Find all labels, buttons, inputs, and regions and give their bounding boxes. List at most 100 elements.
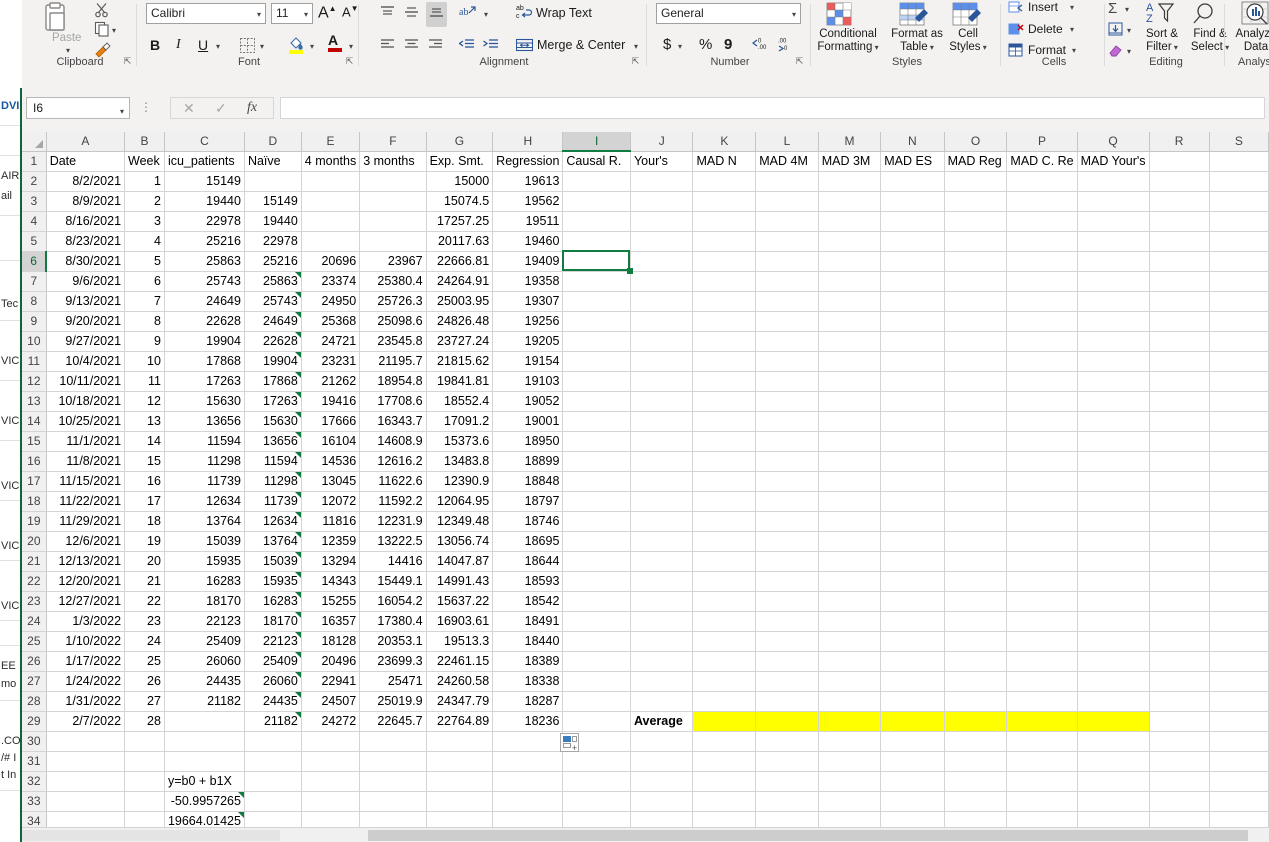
- cell-P31[interactable]: [1006, 751, 1078, 772]
- align-middle-icon[interactable]: [404, 5, 419, 24]
- cell-C22[interactable]: 16283: [164, 571, 245, 592]
- cell-S19[interactable]: [1209, 511, 1269, 532]
- cell-J12[interactable]: [630, 371, 694, 392]
- cell-G33[interactable]: [426, 791, 494, 812]
- cell-C4[interactable]: 22978: [164, 211, 245, 232]
- cell-G2[interactable]: 15000: [426, 171, 494, 192]
- cell-N9[interactable]: [880, 311, 945, 332]
- table-row[interactable]: 9 9/20/2021 8 22628 24649 25368 25098.6 24826.4…: [22, 311, 1269, 332]
- cell-Q10[interactable]: [1077, 331, 1150, 352]
- cell-E25[interactable]: 18128: [301, 631, 361, 652]
- cell-I29[interactable]: [562, 711, 631, 732]
- cell-R32[interactable]: [1149, 771, 1210, 792]
- cell-Q29[interactable]: [1077, 711, 1150, 732]
- cell-P24[interactable]: [1006, 611, 1078, 632]
- cell-F8[interactable]: 25726.3: [359, 291, 427, 312]
- cell-S22[interactable]: [1209, 571, 1269, 592]
- cell-C20[interactable]: 15039: [164, 531, 245, 552]
- cell-R23[interactable]: [1149, 591, 1210, 612]
- cell-B1[interactable]: Week: [124, 151, 165, 172]
- cell-N12[interactable]: [880, 371, 945, 392]
- conditional-formatting-button[interactable]: Conditional Formatting ▾: [808, 28, 888, 54]
- cell-F15[interactable]: 14608.9: [359, 431, 427, 452]
- row-header-19[interactable]: 19: [22, 511, 47, 532]
- row-header-11[interactable]: 11: [22, 351, 47, 372]
- cell-L31[interactable]: [755, 751, 819, 772]
- cell-E17[interactable]: 13045: [301, 471, 361, 492]
- cell-L23[interactable]: [755, 591, 819, 612]
- cell-E21[interactable]: 13294: [301, 551, 361, 572]
- column-header-g[interactable]: G: [426, 132, 494, 152]
- cell-B31[interactable]: [124, 751, 165, 772]
- row-header-15[interactable]: 15: [22, 431, 47, 452]
- cell-G6[interactable]: 22666.81: [426, 251, 494, 272]
- cell-S13[interactable]: [1209, 391, 1269, 412]
- cell-R2[interactable]: [1149, 171, 1210, 192]
- cell-S30[interactable]: [1209, 731, 1269, 752]
- cell-H6[interactable]: 19409: [492, 251, 564, 272]
- cell-M20[interactable]: [818, 531, 882, 552]
- cell-H8[interactable]: 19307: [492, 291, 564, 312]
- cell-C23[interactable]: 18170: [164, 591, 245, 612]
- cell-R33[interactable]: [1149, 791, 1210, 812]
- cell-L21[interactable]: [755, 551, 819, 572]
- cell-R24[interactable]: [1149, 611, 1210, 632]
- cell-Q4[interactable]: [1077, 211, 1150, 232]
- cell-C17[interactable]: 11739: [164, 471, 245, 492]
- cell-A3[interactable]: 8/9/2021: [46, 191, 126, 212]
- cell-N25[interactable]: [880, 631, 945, 652]
- cell-F6[interactable]: 23967: [359, 251, 427, 272]
- cell-L24[interactable]: [755, 611, 819, 632]
- table-row[interactable]: 1 Date Week icu_patients Naïve 4 months 3 mont…: [22, 151, 1269, 172]
- decrease-indent-icon[interactable]: [458, 38, 475, 56]
- cell-P7[interactable]: [1006, 271, 1078, 292]
- cell-P19[interactable]: [1006, 511, 1078, 532]
- cell-E7[interactable]: 23374: [301, 271, 361, 292]
- cell-A13[interactable]: 10/18/2021: [46, 391, 126, 412]
- cell-I1[interactable]: Causal R.: [562, 151, 631, 172]
- cell-K12[interactable]: [692, 371, 757, 392]
- column-header-a[interactable]: A: [46, 132, 126, 152]
- cell-D28[interactable]: 24435: [244, 691, 302, 712]
- cell-C6[interactable]: 25863: [164, 251, 245, 272]
- cell-O26[interactable]: [944, 651, 1008, 672]
- cell-Q13[interactable]: [1077, 391, 1150, 412]
- cell-A5[interactable]: 8/23/2021: [46, 231, 126, 252]
- cell-P14[interactable]: [1006, 411, 1078, 432]
- percent-format-button[interactable]: %: [699, 36, 712, 53]
- clipboard-dialog-launcher[interactable]: ⇱: [122, 56, 133, 67]
- scrollbar-thumb[interactable]: [368, 830, 1248, 841]
- cell-E29[interactable]: 24272: [301, 711, 361, 732]
- cell-C15[interactable]: 11594: [164, 431, 245, 452]
- cell-C10[interactable]: 19904: [164, 331, 245, 352]
- cell-F16[interactable]: 12616.2: [359, 451, 427, 472]
- cell-O7[interactable]: [944, 271, 1008, 292]
- cell-R12[interactable]: [1149, 371, 1210, 392]
- cell-R19[interactable]: [1149, 511, 1210, 532]
- cell-E26[interactable]: 20496: [301, 651, 361, 672]
- cell-G23[interactable]: 15637.22: [426, 591, 494, 612]
- cell-E6[interactable]: 20696: [301, 251, 361, 272]
- cell-K9[interactable]: [692, 311, 757, 332]
- cell-S32[interactable]: [1209, 771, 1269, 792]
- row-header-6[interactable]: 6: [22, 251, 48, 272]
- font-dialog-launcher[interactable]: ⇱: [344, 56, 355, 67]
- cell-B33[interactable]: [124, 791, 165, 812]
- cell-C32[interactable]: y=b0 + b1X: [164, 771, 245, 792]
- row-header-25[interactable]: 25: [22, 631, 47, 652]
- cell-O5[interactable]: [944, 231, 1008, 252]
- table-row[interactable]: 2 8/2/2021 1 15149 15000 19613: [22, 171, 1269, 192]
- cell-M26[interactable]: [818, 651, 882, 672]
- table-row[interactable]: 5 8/23/2021 4 25216 22978 20117.63 19460: [22, 231, 1269, 252]
- cell-K30[interactable]: [692, 731, 757, 752]
- cell-B25[interactable]: 24: [124, 631, 165, 652]
- cell-F21[interactable]: 14416: [359, 551, 427, 572]
- cell-E24[interactable]: 16357: [301, 611, 361, 632]
- borders-chevron-down-icon[interactable]: ▾: [260, 42, 264, 51]
- cell-I32[interactable]: [562, 771, 631, 792]
- alignment-dialog-launcher[interactable]: ⇱: [630, 56, 641, 67]
- accounting-format-button[interactable]: $: [663, 36, 671, 53]
- cell-G12[interactable]: 19841.81: [426, 371, 494, 392]
- cell-H7[interactable]: 19358: [492, 271, 564, 292]
- table-row[interactable]: 32 y=b0 + b1X: [22, 771, 1269, 792]
